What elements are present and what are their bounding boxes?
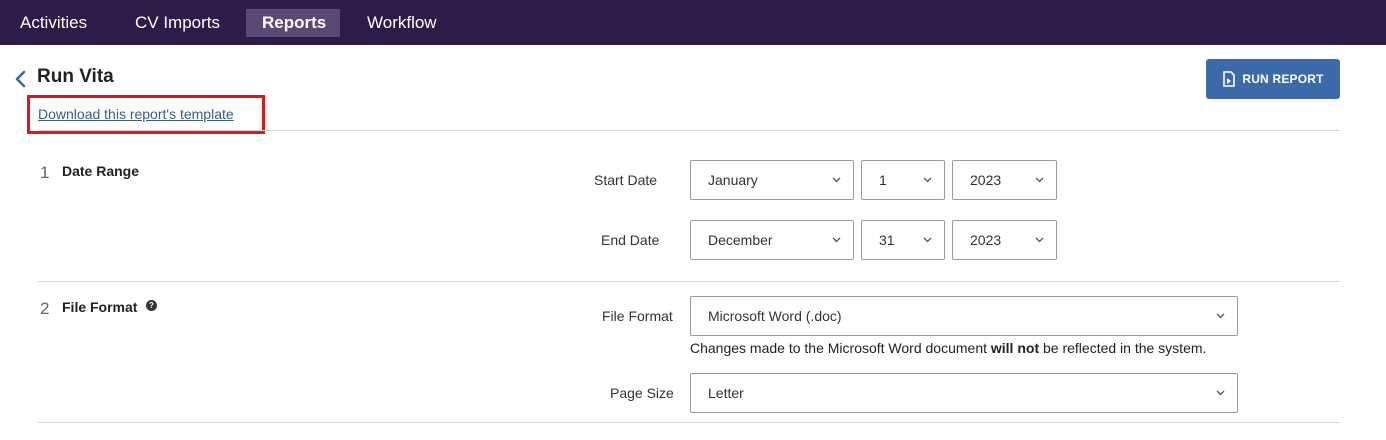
chevron-down-icon [1035,177,1044,183]
nav-item-activities[interactable]: Activities [4,9,103,37]
step-number: 2 [40,299,50,318]
nav-item-reports[interactable]: Reports [246,9,340,37]
step-number: 1 [40,163,50,182]
end-date-label: End Date [601,232,660,248]
chevron-down-icon [923,177,932,183]
back-chevron-icon[interactable] [12,69,28,89]
top-nav: Activities CV Imports Reports Workflow [0,0,1386,45]
start-year-value: 2023 [970,172,1002,188]
start-year-select[interactable]: 2023 [952,160,1057,200]
page-size-label: Page Size [610,385,674,401]
run-report-icon [1223,71,1236,87]
end-day-value: 31 [879,232,895,248]
end-day-select[interactable]: 31 [861,220,945,260]
note-text: be reflected in the system. [1039,340,1207,356]
end-year-select[interactable]: 2023 [952,220,1057,260]
divider [38,281,1340,282]
end-month-value: December [708,232,773,248]
page-title: Run Vita [37,66,114,87]
help-icon[interactable]: ? [146,300,157,311]
start-month-select[interactable]: January [690,160,854,200]
chevron-down-icon [1216,390,1225,396]
download-template-link[interactable]: Download this report's template [38,106,234,122]
note-emphasis: will not [990,340,1040,356]
note-text: Changes made to the Microsoft Word docum… [690,340,991,356]
chevron-down-icon [832,237,841,243]
section-title-file-format: File Format [62,299,138,315]
run-report-button[interactable]: RUN REPORT [1206,59,1340,99]
end-month-select[interactable]: December [690,220,854,260]
file-format-label: File Format [602,308,673,324]
nav-item-cv-imports[interactable]: CV Imports [119,9,236,37]
page-size-select[interactable]: Letter [690,373,1238,413]
chevron-down-icon [832,177,841,183]
file-format-note: Changes made to the Microsoft Word docum… [690,340,1206,356]
file-format-value: Microsoft Word (.doc) [708,308,842,324]
chevron-down-icon [923,237,932,243]
page-size-value: Letter [708,385,744,401]
start-date-label: Start Date [594,172,658,188]
start-day-select[interactable]: 1 [861,160,945,200]
start-month-value: January [708,172,758,188]
chevron-down-icon [1035,237,1044,243]
nav-item-workflow[interactable]: Workflow [351,9,453,37]
section-title-date-range: Date Range [62,163,140,179]
start-day-value: 1 [879,172,887,188]
divider [38,130,1340,131]
run-report-label: RUN REPORT [1242,72,1324,86]
end-year-value: 2023 [970,232,1002,248]
divider [38,422,1340,423]
chevron-down-icon [1216,313,1225,319]
file-format-select[interactable]: Microsoft Word (.doc) [690,296,1238,336]
